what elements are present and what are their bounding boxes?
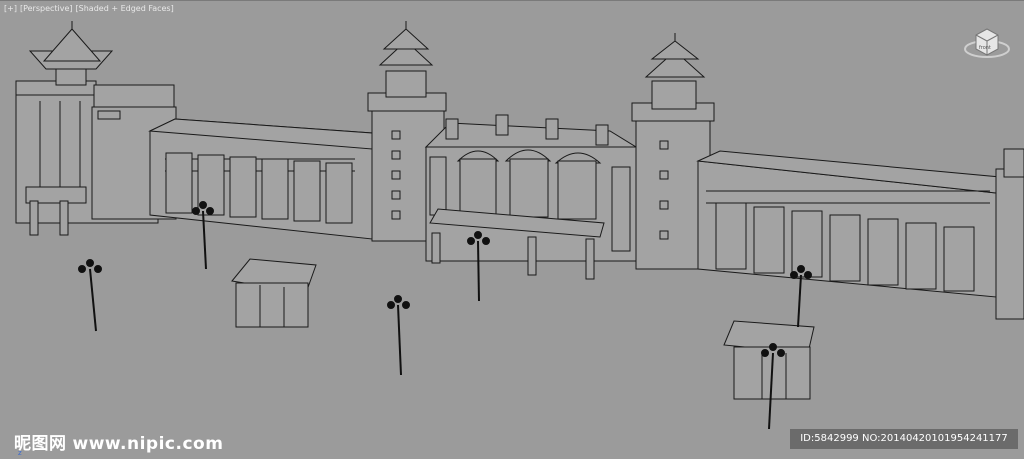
image-id-strip: ID:5842999 NO:20140420101954241177 <box>790 429 1018 449</box>
street-lamp-icon <box>192 201 214 270</box>
street-lamp-icon <box>467 231 490 302</box>
left-hall <box>148 118 373 240</box>
kiosk-icon <box>723 320 815 400</box>
street-lamp-icon <box>387 295 410 376</box>
viewcube-icon[interactable]: front <box>962 23 1012 63</box>
watermark: 昵图网 www.nipic.com <box>14 429 223 454</box>
viewcube-face-label: front <box>979 45 991 51</box>
watermark-site: www.nipic.com <box>72 434 224 454</box>
station-model <box>15 21 1024 430</box>
kiosk-icon <box>231 258 317 328</box>
central-entrance <box>424 114 638 280</box>
street-lamp-icon <box>78 259 102 332</box>
viewport-label[interactable]: [+] [Perspective] [Shaded + Edged Faces] <box>4 4 177 13</box>
street-lamp-icon <box>790 265 812 328</box>
viewport-menu[interactable]: [+] <box>4 4 17 13</box>
axis-gizmo: z <box>18 449 22 457</box>
view-mode-label[interactable]: [Perspective] <box>20 4 73 13</box>
right-hall <box>696 150 1001 298</box>
far-right-block <box>995 148 1024 320</box>
viewport-perspective[interactable]: [+] [Perspective] [Shaded + Edged Faces] f… <box>0 0 1024 459</box>
shading-mode-label[interactable]: [Shaded + Edged Faces] <box>76 4 174 13</box>
